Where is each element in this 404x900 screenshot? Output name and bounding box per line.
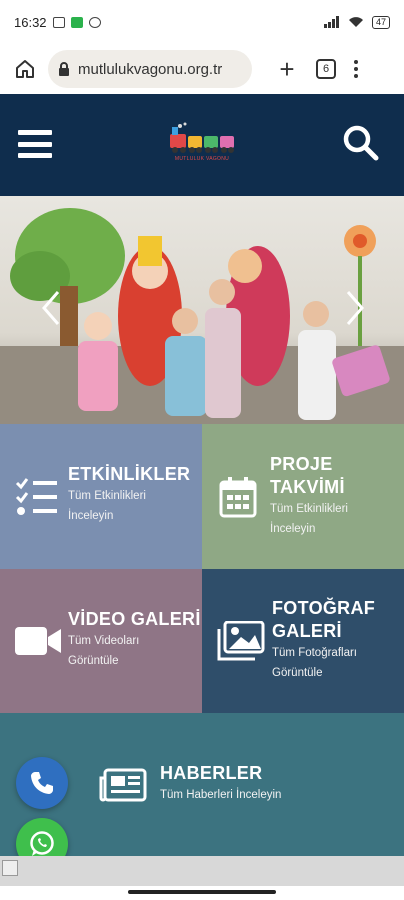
hamburger-menu-button[interactable] [18,130,52,158]
home-gesture-handle[interactable] [128,890,276,894]
video-camera-icon [14,625,62,657]
whatsapp-icon [30,831,54,856]
call-button[interactable] [16,757,68,809]
site-header: MUTLULUK VAGONU [0,94,404,196]
tile-subtitle: Görüntüle [68,654,119,667]
tile-title: HABERLER [160,763,263,783]
browser-menu-button[interactable] [354,60,358,78]
tab-switcher-button[interactable]: 6 [316,59,336,79]
new-tab-button[interactable]: + [272,54,302,84]
tile-etkinlikler[interactable]: ETKİNLİKLER Tüm Etkinlikleri İnceleyin [0,424,202,569]
app-notification-icon [70,16,83,28]
tile-subtitle: Tüm Etkinlikleri [270,502,348,515]
phone-icon [31,772,53,794]
tile-subtitle: Tüm Videoları [68,634,140,647]
address-bar[interactable]: mutlulukvagonu.org.tr [48,50,252,88]
hero-slider[interactable] [0,196,404,424]
tile-title: ETKİNLİKLER [68,464,191,484]
home-button[interactable] [10,54,40,84]
tile-subtitle: Tüm Etkinlikleri [68,490,146,502]
sync-icon [88,16,101,28]
broken-image-icon [2,860,18,876]
slider-next-arrow[interactable] [340,288,370,328]
search-button[interactable] [342,124,380,167]
tile-subtitle: Tüm Fotoğrafları [272,647,357,659]
lock-icon [58,62,70,76]
tile-video-galeri[interactable]: VİDEO GALERİ Tüm Videoları Görüntüle [0,569,202,713]
status-bar: 16:32 47 [0,0,404,44]
battery-icon: 47 [371,15,390,29]
list-icon [14,477,60,517]
browser-toolbar: mutlulukvagonu.org.tr + 6 [0,44,404,94]
home-icon [16,60,34,78]
tile-title: FOTOĞRAF [272,598,376,618]
tile-subtitle: Görüntüle [272,667,323,679]
tile-title: PROJE [270,453,333,474]
newspaper-icon [98,768,148,802]
images-icon [216,621,266,661]
tile-subtitle: İnceleyin [68,510,114,522]
tile-subtitle: Tüm Haberleri İnceleyin [160,789,282,801]
site-logo[interactable]: MUTLULUK VAGONU [166,122,238,164]
slider-prev-arrow[interactable] [36,288,66,328]
search-icon [343,125,379,161]
tile-subtitle: İnceleyin [270,522,316,535]
calendar-icon [218,476,258,518]
logo-text: MUTLULUK VAGONU [174,156,230,162]
status-time: 16:32 [14,14,47,30]
tile-fotograf-galeri[interactable]: FOTOĞRAF GALERİ Tüm Fotoğrafları Görüntü… [202,569,404,713]
tile-title: TAKVİMİ [270,476,345,497]
signal-icon [323,16,339,28]
notification-icon [52,16,65,28]
tile-title: VİDEO GALERİ [68,608,201,629]
tile-title: GALERİ [272,621,342,641]
wifi-icon [348,17,363,27]
bottom-banner [0,856,404,886]
tile-proje-takvimi[interactable]: PROJE TAKVİMİ Tüm Etkinlikleri İnceleyin [202,424,404,569]
url-text: mutlulukvagonu.org.tr [78,60,223,78]
